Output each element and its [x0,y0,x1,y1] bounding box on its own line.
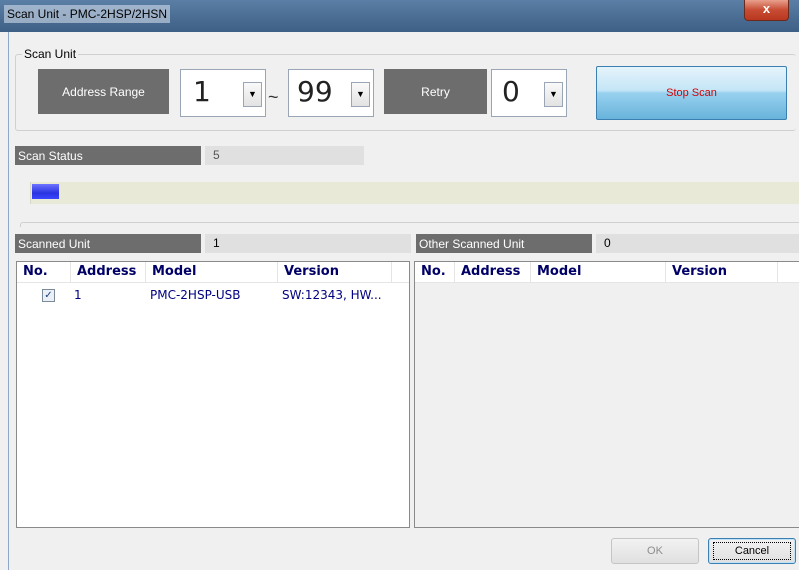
row-checkbox[interactable]: ✓ [42,289,55,302]
chevron-down-icon[interactable]: ▼ [544,82,563,107]
address-from-value: 1 [193,75,211,108]
range-separator: ~ [268,87,279,107]
scanned-unit-count: 1 [205,234,411,253]
ok-button[interactable]: OK [611,538,699,564]
retry-value: 0 [502,75,520,108]
close-button[interactable]: x [744,0,789,21]
table-row[interactable]: ✓ 1 PMC-2HSP-USB SW:12343, HW... [17,286,409,304]
chevron-down-icon[interactable]: ▼ [243,82,262,107]
window-title: Scan Unit - PMC-2HSP/2HSN [4,5,171,23]
cell-address: 1 [74,288,82,302]
address-to-combo[interactable]: 99 ▼ [288,69,374,117]
column-header-address[interactable]: Address [455,262,531,282]
retry-label: Retry [384,69,487,114]
cancel-button[interactable]: Cancel [708,538,796,564]
scan-progress-fill [32,184,59,199]
scan-status-value: 5 [205,146,364,165]
scanned-unit-list[interactable]: No. Address Model Version ✓ 1 PMC-2HSP-U… [16,261,410,528]
scanned-unit-label: Scanned Unit [15,234,201,253]
stop-scan-button[interactable]: Stop Scan [596,66,787,120]
scan-status-label: Scan Status [15,146,201,165]
cell-model: PMC-2HSP-USB [150,288,241,302]
close-icon: x [762,1,771,16]
retry-combo[interactable]: 0 ▼ [491,69,567,117]
column-header-model[interactable]: Model [531,262,666,282]
address-range-label: Address Range [38,69,169,114]
column-header-model[interactable]: Model [146,262,278,282]
other-scanned-unit-list[interactable]: No. Address Model Version [414,261,799,528]
column-header-no[interactable]: No. [17,262,71,282]
list-header: No. Address Model Version [17,262,409,283]
title-bar: Scan Unit - PMC-2HSP/2HSN x [0,0,799,32]
cell-version: SW:12343, HW... [282,288,382,302]
address-to-value: 99 [297,75,333,108]
column-header-version[interactable]: Version [278,262,392,282]
chevron-down-icon[interactable]: ▼ [351,82,370,107]
checkmark-icon: ✓ [44,290,53,301]
other-scanned-unit-count: 0 [596,234,799,253]
scan-unit-group-label: Scan Unit [22,47,79,61]
separator-line [20,222,799,227]
address-from-combo[interactable]: 1 ▼ [180,69,266,117]
focus-rect [713,542,791,560]
column-header-no[interactable]: No. [415,262,455,282]
list-header: No. Address Model Version [415,262,799,283]
other-scanned-unit-label: Other Scanned Unit [416,234,592,253]
column-header-version[interactable]: Version [666,262,778,282]
column-header-address[interactable]: Address [71,262,146,282]
scan-progress-bar [30,182,799,204]
